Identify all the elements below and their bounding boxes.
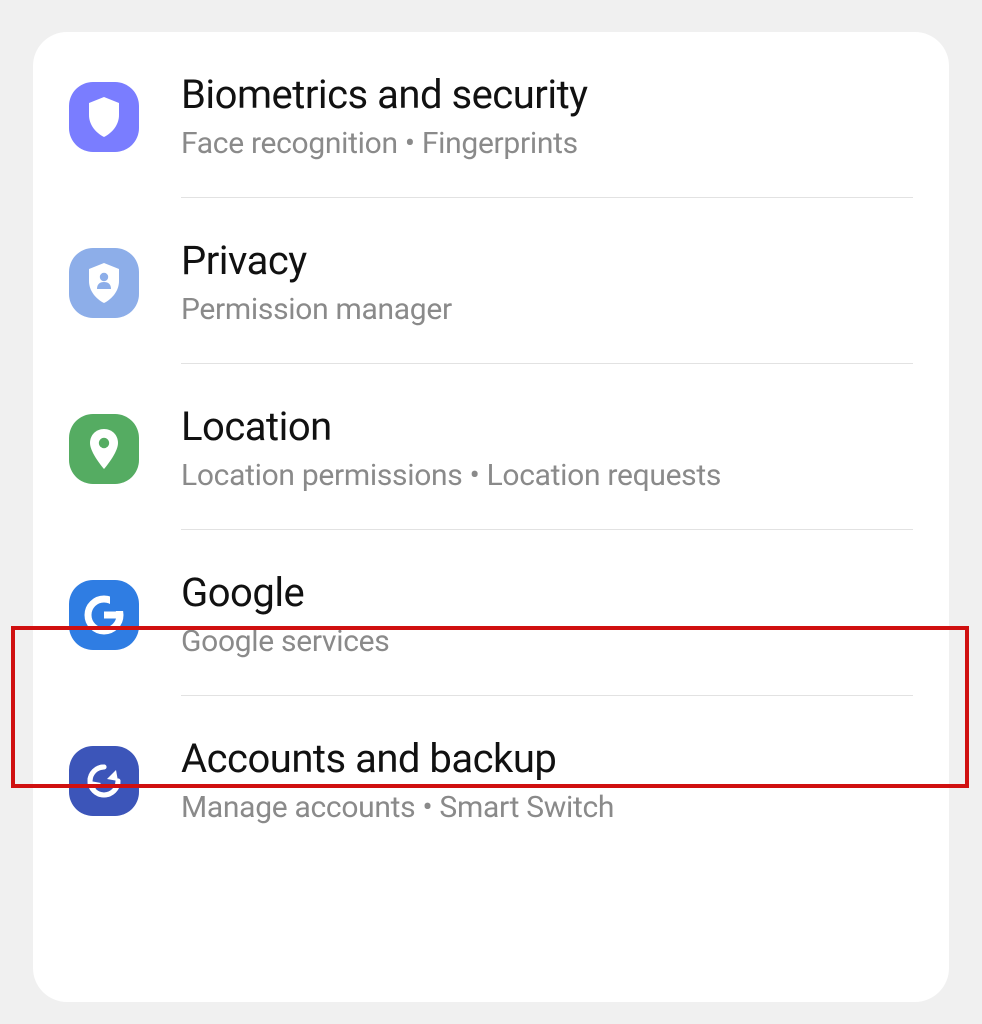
settings-item-text: Google Google services [181, 570, 389, 660]
settings-item-title: Biometrics and security [181, 72, 588, 118]
settings-item-title: Accounts and backup [181, 736, 614, 782]
settings-item-location[interactable]: Location Location permissions • Location… [33, 364, 949, 530]
sync-icon [69, 746, 139, 816]
settings-item-text: Privacy Permission manager [181, 238, 452, 328]
settings-item-accounts-backup[interactable]: Accounts and backup Manage accounts • Sm… [33, 696, 949, 836]
settings-item-subtitle: Face recognition • Fingerprints [181, 126, 588, 162]
settings-item-subtitle: Manage accounts • Smart Switch [181, 790, 614, 826]
location-pin-icon [69, 414, 139, 484]
settings-item-google[interactable]: Google Google services [33, 530, 949, 696]
shield-icon [69, 82, 139, 152]
settings-item-subtitle: Google services [181, 624, 389, 660]
settings-item-biometrics-security[interactable]: Biometrics and security Face recognition… [33, 32, 949, 198]
settings-item-subtitle: Permission manager [181, 292, 452, 328]
google-g-icon [69, 580, 139, 650]
settings-item-text: Accounts and backup Manage accounts • Sm… [181, 736, 614, 826]
settings-item-title: Google [181, 570, 389, 616]
privacy-shield-icon [69, 248, 139, 318]
settings-panel: Biometrics and security Face recognition… [33, 32, 949, 1002]
settings-item-title: Privacy [181, 238, 452, 284]
settings-item-text: Location Location permissions • Location… [181, 404, 721, 494]
settings-item-subtitle: Location permissions • Location requests [181, 458, 721, 494]
settings-item-privacy[interactable]: Privacy Permission manager [33, 198, 949, 364]
settings-item-text: Biometrics and security Face recognition… [181, 72, 588, 162]
settings-item-title: Location [181, 404, 721, 450]
